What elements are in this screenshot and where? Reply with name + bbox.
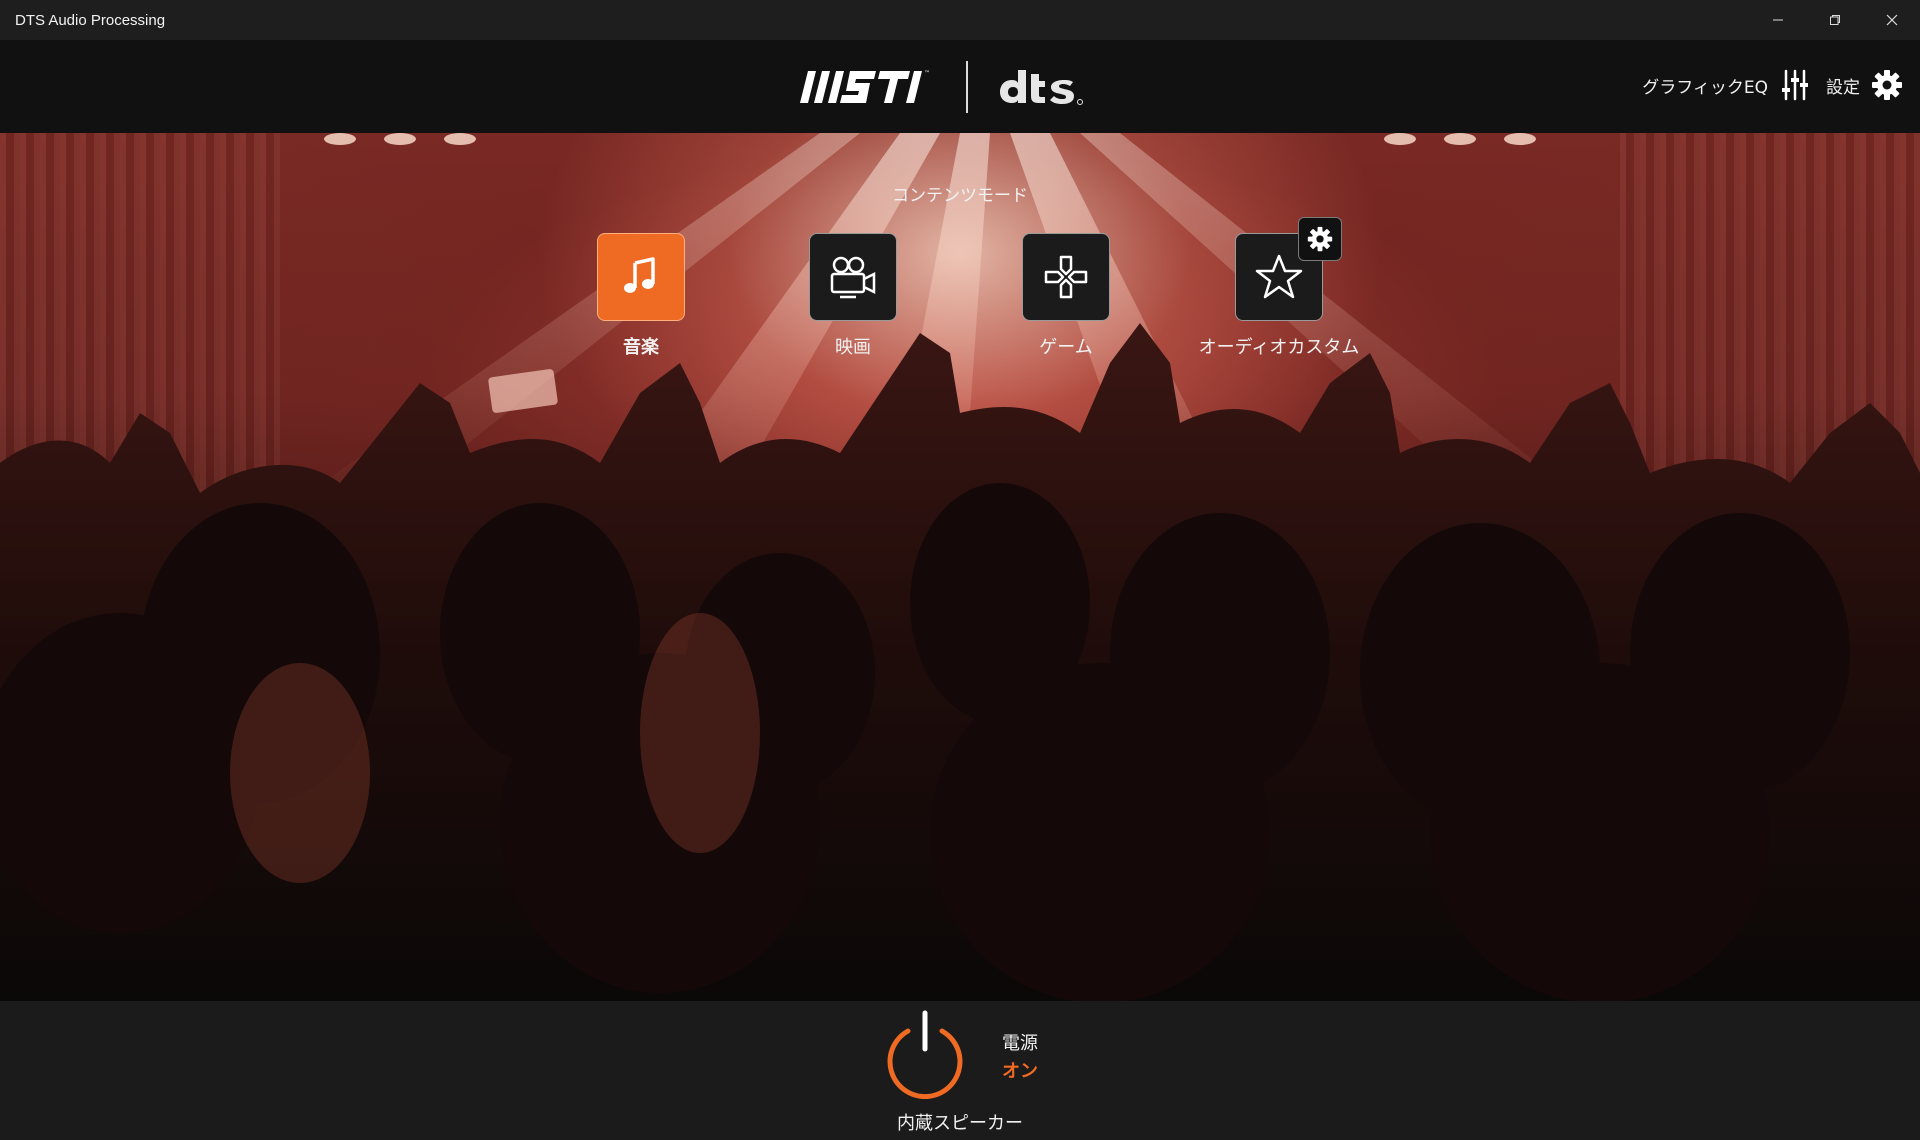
power-button[interactable] [880,1009,970,1100]
power-status: 電源 オン [1002,1029,1038,1083]
mode-game-label: ゲーム [1039,337,1093,358]
mode-game-tile[interactable] [1022,233,1110,321]
minimize-icon [1772,19,1783,21]
graphic-eq-label[interactable]: グラフィックEQ [1642,73,1768,98]
crowd-silhouette [0,323,1920,1001]
output-device-label[interactable]: 内蔵スピーカー [0,1109,1920,1135]
gamepad-icon [1044,255,1088,299]
restore-icon [1829,15,1840,25]
footer-bar: 電源 オン 内蔵スピーカー [0,1001,1920,1140]
mode-movie-tile[interactable] [809,233,897,321]
content-area: コンテンツモード 音楽 映画 ゲーム オーディオカスタム [0,133,1920,1001]
dts-logo [1000,70,1083,105]
mode-movie[interactable]: 映画 [768,233,938,359]
power-label: 電源 [1002,1033,1038,1054]
header-actions: グラフィックEQ 設定 [1642,62,1904,108]
settings-button[interactable] [1870,68,1904,102]
minimize-button[interactable] [1749,0,1806,40]
app-header: ™ グラフィックEQ 設定 [0,40,1920,133]
settings-label[interactable]: 設定 [1826,73,1860,98]
mode-game[interactable]: ゲーム [981,233,1151,359]
close-icon [1886,14,1897,26]
msi-logo: ™ [800,70,930,103]
graphic-eq-button[interactable] [1778,68,1812,102]
restore-button[interactable] [1806,0,1863,40]
svg-text:™: ™ [924,70,930,77]
movie-camera-icon [830,256,876,299]
power-state: オン [1002,1061,1038,1082]
star-icon [1255,254,1303,299]
music-note-icon [624,257,655,293]
audio-custom-settings-button[interactable] [1298,217,1342,261]
mode-audio-custom-label: オーディオカスタム [1198,337,1360,358]
mode-music-tile[interactable] [597,233,685,321]
mode-movie-label: 映画 [835,337,871,358]
content-mode-title: コンテンツモード [892,186,1028,206]
title-bar: DTS Audio Processing [0,0,1920,40]
mode-music[interactable]: 音楽 [556,233,726,359]
power-icon [887,1010,963,1100]
equalizer-sliders-icon [1782,69,1808,101]
logo-divider [966,61,968,113]
window-controls [1749,0,1920,40]
window-title: DTS Audio Processing [15,11,166,29]
gear-icon [1307,226,1333,252]
close-button[interactable] [1863,0,1920,40]
gear-icon [1872,70,1902,100]
mode-music-label: 音楽 [623,337,659,358]
brand-logos: ™ [800,60,1088,114]
